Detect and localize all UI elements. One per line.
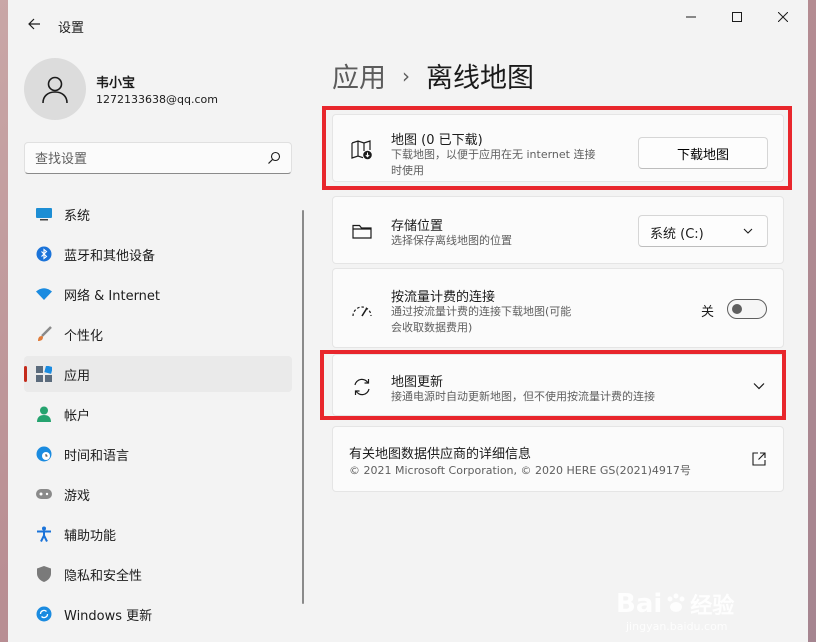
sidebar-item-label: 隐私和安全性: [64, 568, 143, 584]
page-title: 离线地图: [426, 63, 534, 94]
external-link-icon[interactable]: [752, 452, 766, 466]
breadcrumb-separator: ›: [402, 63, 410, 88]
watermark-brand-cn: 经验: [690, 594, 735, 619]
sidebar-item-privacy[interactable]: 隐私和安全性: [24, 556, 292, 592]
user-icon: [42, 76, 68, 104]
sidebar-item-apps[interactable]: 应用: [24, 356, 292, 392]
user-name: 韦小宝: [96, 76, 136, 91]
shield-icon: [36, 566, 52, 582]
back-button[interactable]: [20, 10, 48, 38]
bluetooth-icon: [36, 246, 52, 262]
sidebar-item-label: 蓝牙和其他设备: [64, 248, 156, 264]
sidebar-item-label: 辅助功能: [64, 528, 117, 544]
minimize-icon: [686, 16, 696, 18]
sidebar-item-bluetooth[interactable]: 蓝牙和其他设备: [24, 236, 292, 272]
metered-desc-line1: 通过按流量计费的连接下载地图(可能: [391, 305, 572, 318]
settings-window: 设置 韦小宝 1272133638@qq.com 系统: [8, 0, 808, 642]
breadcrumb-parent[interactable]: 应用: [332, 56, 386, 95]
watermark: Bai 经验 jingyan.baidu.com: [616, 588, 734, 633]
sidebar-item-label: 网络 & Internet: [64, 288, 161, 304]
provider-desc: © 2021 Microsoft Corporation, © 2020 HER…: [349, 464, 691, 477]
storage-location-dropdown[interactable]: 系统 (C:): [638, 215, 768, 247]
toggle-state-label: 关: [701, 305, 715, 320]
search-icon[interactable]: [267, 151, 281, 165]
search-input[interactable]: [35, 149, 255, 169]
sidebar-item-gaming[interactable]: 游戏: [24, 476, 292, 512]
accessibility-icon: [36, 526, 52, 542]
sidebar-item-label: 帐户: [64, 408, 91, 424]
person-icon: [36, 406, 52, 422]
sidebar-item-personalization[interactable]: 个性化: [24, 316, 292, 352]
minimize-button[interactable]: [668, 0, 714, 34]
sidebar-item-label: 时间和语言: [64, 448, 130, 464]
monitor-icon: [36, 206, 52, 222]
close-button[interactable]: [760, 0, 806, 34]
title-bar: 设置: [8, 0, 808, 48]
speedometer-icon: [351, 299, 373, 321]
provider-title: 有关地图数据供应商的详细信息: [349, 447, 532, 462]
metered-card: 按流量计费的连接 通过按流量计费的连接下载地图(可能 会收取数据费用) 关: [332, 268, 784, 348]
search-box[interactable]: [24, 142, 292, 174]
dropdown-value: 系统 (C:): [650, 227, 704, 242]
sidebar-scrollbar[interactable]: [302, 210, 304, 604]
watermark-brand: Bai: [616, 589, 663, 619]
wifi-icon: [36, 286, 52, 302]
sidebar-item-time-language[interactable]: 时间和语言: [24, 436, 292, 472]
brush-icon: [36, 326, 52, 342]
storage-title: 存储位置: [391, 219, 444, 234]
sidebar-item-system[interactable]: 系统: [24, 196, 292, 232]
sidebar-item-accessibility[interactable]: 辅助功能: [24, 516, 292, 552]
sidebar-nav: 系统 蓝牙和其他设备 网络 & Internet 个性化 应用 帐户 时间和语言…: [24, 196, 292, 636]
breadcrumb: 应用 › 离线地图: [332, 56, 534, 95]
storage-desc: 选择保存离线地图的位置: [391, 234, 512, 247]
toggle-knob: [732, 304, 742, 314]
highlight-box-maps: [322, 106, 792, 190]
gamepad-icon: [36, 486, 52, 502]
folder-icon: [351, 220, 373, 242]
storage-card: 存储位置 选择保存离线地图的位置 系统 (C:): [332, 196, 784, 264]
sidebar-item-label: 应用: [64, 368, 91, 384]
sidebar-item-label: Windows 更新: [64, 608, 153, 624]
sidebar-item-accounts[interactable]: 帐户: [24, 396, 292, 432]
chevron-down-icon: [743, 228, 753, 234]
globe-clock-icon: [36, 446, 52, 462]
close-icon: [778, 12, 788, 22]
sidebar-item-windows-update[interactable]: Windows 更新: [24, 596, 292, 632]
metered-toggle[interactable]: [727, 299, 767, 319]
update-icon: [36, 606, 52, 622]
app-title: 设置: [58, 21, 85, 36]
sidebar-item-label: 个性化: [64, 328, 104, 344]
sidebar-item-label: 系统: [64, 208, 91, 224]
highlight-box-updates: [320, 350, 786, 420]
metered-desc-line2: 会收取数据费用): [391, 321, 473, 334]
metered-title: 按流量计费的连接: [391, 290, 496, 305]
arrow-left-icon: [28, 18, 40, 30]
sidebar-item-label: 游戏: [64, 488, 91, 504]
provider-card[interactable]: 有关地图数据供应商的详细信息 © 2021 Microsoft Corporat…: [332, 426, 784, 492]
avatar[interactable]: [24, 58, 86, 120]
sidebar-item-network[interactable]: 网络 & Internet: [24, 276, 292, 312]
watermark-url: jingyan.baidu.com: [626, 620, 728, 633]
maximize-icon: [732, 12, 742, 22]
paw-icon: [667, 593, 685, 612]
maximize-button[interactable]: [714, 0, 760, 34]
apps-icon: [36, 366, 52, 382]
user-email: 1272133638@qq.com: [96, 93, 218, 106]
